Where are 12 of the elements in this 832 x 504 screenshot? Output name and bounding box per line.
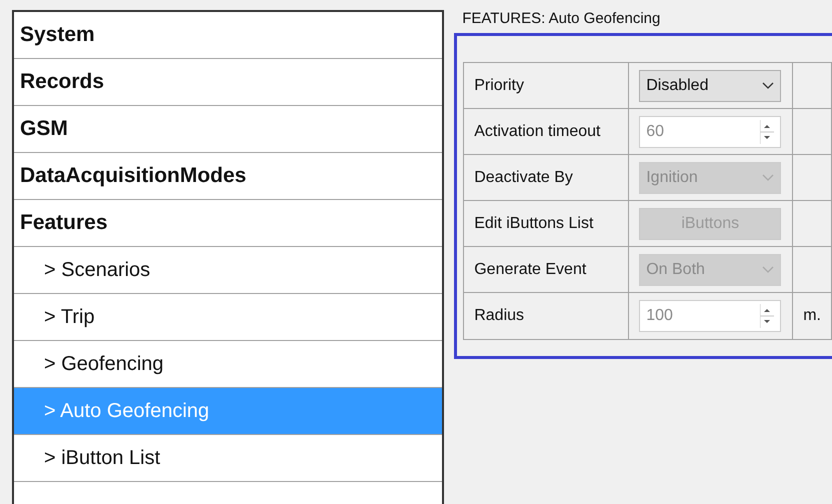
- setting-label: Deactivate By: [464, 155, 630, 201]
- setting-label: Radius: [464, 293, 630, 339]
- chevron-down-icon: [762, 266, 774, 274]
- chevron-down-icon: [762, 82, 774, 90]
- setting-label: Generate Event: [464, 247, 630, 293]
- chevron-down-icon: [762, 174, 774, 182]
- unit-label: m.: [803, 307, 821, 325]
- setting-label: Edit iButtons List: [464, 201, 630, 247]
- setting-label: Priority: [464, 63, 630, 109]
- setting-label: Activation timeout: [464, 109, 630, 155]
- dropdown[interactable]: Disabled: [639, 70, 782, 102]
- group-title: FEATURES: Auto Geofencing: [462, 10, 662, 27]
